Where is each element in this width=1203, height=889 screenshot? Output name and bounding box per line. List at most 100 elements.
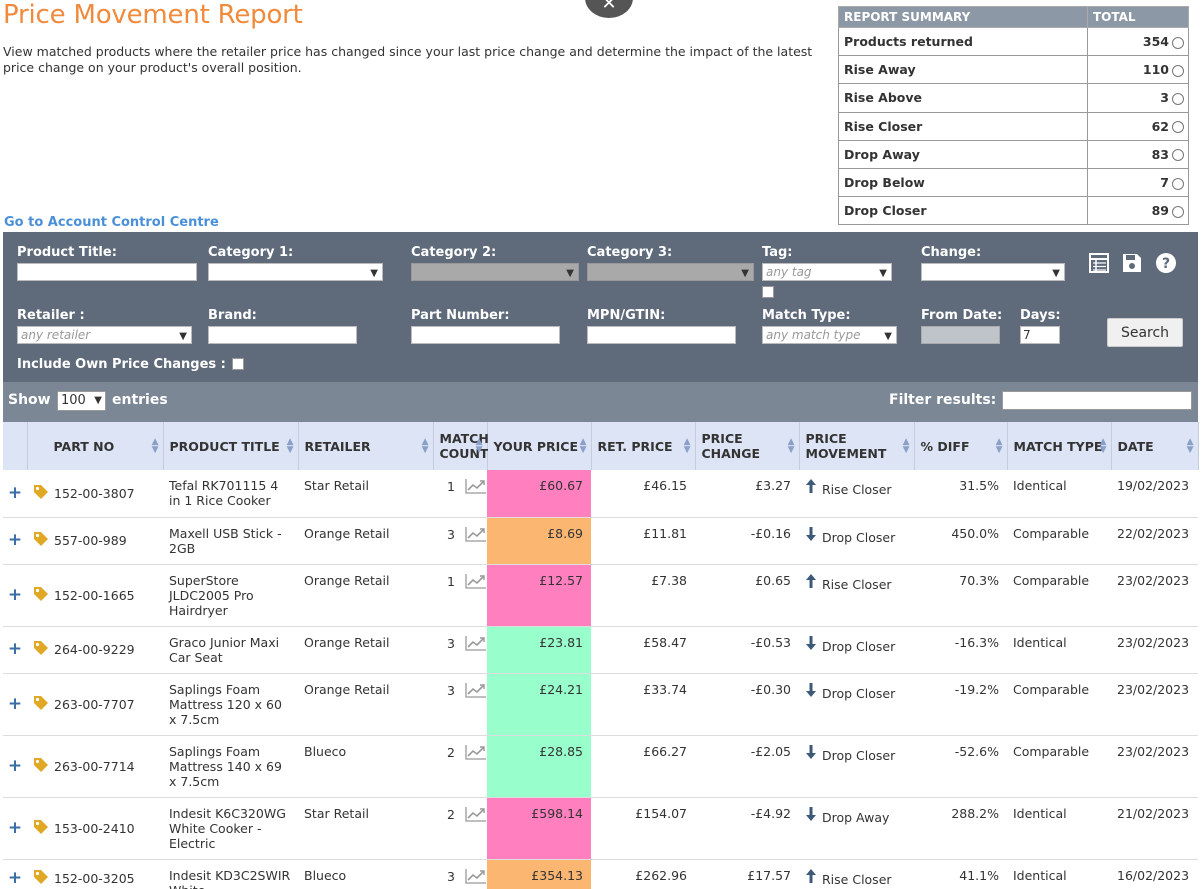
expand-row-button[interactable]: + xyxy=(3,470,27,518)
column-header-retailer[interactable]: RETAILER ▲ ▼ xyxy=(298,422,434,470)
table-controls-bar: Show 100 ▼ entries Filter results: xyxy=(3,382,1198,422)
percent-diff-cell: 288.2% xyxy=(914,797,1007,860)
category1-select[interactable]: ▼ xyxy=(208,263,383,281)
price-movement: Drop Closer xyxy=(822,747,896,763)
mpn-gtin-input[interactable] xyxy=(587,326,736,344)
tag-select[interactable]: any tag ▼ xyxy=(762,263,892,281)
product-title-input[interactable] xyxy=(17,263,197,281)
include-own-checkbox[interactable] xyxy=(232,358,244,370)
expand-row-button[interactable]: + xyxy=(3,735,27,798)
tag-icon[interactable] xyxy=(33,586,49,605)
tag-icon[interactable] xyxy=(33,531,49,550)
tag-icon[interactable] xyxy=(33,869,49,888)
summary-radio[interactable] xyxy=(1172,205,1184,218)
chevron-down-icon: ▼ xyxy=(884,331,892,342)
expand-row-button[interactable]: + xyxy=(3,797,27,860)
column-header-percent-diff[interactable]: % DIFF ▲ ▼ xyxy=(914,422,1008,470)
tag-icon[interactable] xyxy=(33,640,49,659)
summary-total-cell: 7 xyxy=(1087,167,1189,198)
plus-icon: + xyxy=(7,584,23,605)
change-select[interactable]: ▼ xyxy=(921,263,1065,281)
summary-radio[interactable] xyxy=(1172,92,1184,105)
product-title-cell: Maxell USB Stick - 2GB xyxy=(163,517,298,565)
match-type-cell: Identical xyxy=(1007,470,1111,518)
help-icon[interactable]: ? xyxy=(1155,252,1177,274)
column-header-label: PART NO xyxy=(53,438,115,454)
save-icon[interactable] xyxy=(1121,252,1143,274)
tag-icon[interactable] xyxy=(33,757,49,776)
filter-results-input[interactable] xyxy=(1002,391,1192,410)
price-history-chart-icon[interactable] xyxy=(465,478,486,494)
summary-radio[interactable] xyxy=(1172,36,1184,49)
price-history-chart-icon[interactable] xyxy=(465,635,486,651)
match-count: 3 xyxy=(447,635,455,651)
summary-row: Drop Below 7 xyxy=(838,167,1189,198)
table-row[interactable]: + 263-00-7707 Saplings Foam Mattress 120… xyxy=(3,673,1198,736)
price-history-chart-icon[interactable] xyxy=(465,806,486,822)
expand-row-button[interactable]: + xyxy=(3,517,27,565)
retailer-select[interactable]: any retailer ▼ xyxy=(17,326,192,344)
tag-icon[interactable] xyxy=(33,695,49,714)
column-header-price-movement[interactable]: PRICE MOVEMENT ▲ ▼ xyxy=(799,422,915,470)
price-history-chart-icon[interactable] xyxy=(465,573,486,589)
column-header-price-change[interactable]: PRICE CHANGE ▲ ▼ xyxy=(695,422,800,470)
category2-select[interactable]: ▼ xyxy=(411,263,579,281)
summary-radio[interactable] xyxy=(1172,121,1184,134)
retailer-cell: Orange Retail xyxy=(298,673,433,736)
price-movement-cell: Drop Closer xyxy=(799,517,914,565)
column-header-date[interactable]: DATE ▲ ▼ xyxy=(1111,422,1199,470)
price-history-chart-icon[interactable] xyxy=(465,682,486,698)
product-title-label: Product Title: xyxy=(17,245,117,260)
close-button[interactable]: ✕ xyxy=(585,0,633,18)
match-type-label: Match Type: xyxy=(762,308,851,323)
column-header-part-no[interactable]: PART NO ▲ ▼ xyxy=(27,422,164,470)
column-header-product-title[interactable]: PRODUCT TITLE ▲ ▼ xyxy=(163,422,299,470)
tag-icon[interactable] xyxy=(33,484,49,503)
part-no: 153-00-2410 xyxy=(54,820,135,836)
table-row[interactable]: + 153-00-2410 Indesit K6C320WG White Coo… xyxy=(3,797,1198,860)
price-history-chart-icon[interactable] xyxy=(465,868,486,884)
tag-icon[interactable] xyxy=(33,819,49,838)
table-row[interactable]: + 152-00-3205 Indesit KD3C2SWIR White Bl… xyxy=(3,859,1198,889)
table-row[interactable]: + 152-00-1665 SuperStore JLDC2005 Pro Ha… xyxy=(3,564,1198,627)
days-input[interactable]: 7 xyxy=(1020,326,1060,344)
summary-radio[interactable] xyxy=(1172,64,1184,77)
date-cell: 19/02/2023 xyxy=(1111,470,1198,518)
date-cell: 21/02/2023 xyxy=(1111,797,1198,860)
tag-checkbox[interactable] xyxy=(762,286,774,298)
ret-price-cell: £154.07 xyxy=(591,797,695,860)
column-header-match-type[interactable]: MATCH TYPE ▲ ▼ xyxy=(1007,422,1112,470)
column-header-match-count[interactable]: MATCH COUNT ▲ ▼ xyxy=(433,422,489,470)
category3-select[interactable]: ▼ xyxy=(587,263,754,281)
expand-row-button[interactable]: + xyxy=(3,673,27,736)
column-header-ret-price[interactable]: RET. PRICE ▲ ▼ xyxy=(591,422,696,470)
entries-select[interactable]: 100 ▼ xyxy=(57,391,106,411)
match-type-select[interactable]: any match type ▼ xyxy=(762,326,897,344)
account-control-centre-link[interactable]: Go to Account Control Centre xyxy=(4,215,219,230)
percent-diff-cell: 31.5% xyxy=(914,470,1007,518)
brand-input[interactable] xyxy=(208,326,357,344)
expand-row-button[interactable]: + xyxy=(3,564,27,627)
spreadsheet-icon[interactable] xyxy=(1088,252,1110,274)
expand-row-button[interactable]: + xyxy=(3,859,27,889)
table-row[interactable]: + 264-00-9229 Graco Junior Maxi Car Seat… xyxy=(3,626,1198,674)
table-row[interactable]: + 557-00-989 Maxell USB Stick - 2GB Oran… xyxy=(3,517,1198,565)
from-date-input[interactable] xyxy=(921,326,1000,344)
price-history-chart-icon[interactable] xyxy=(465,526,486,542)
column-header-your-price[interactable]: YOUR PRICE ▲ ▼ xyxy=(487,422,592,470)
search-button[interactable]: Search xyxy=(1107,318,1183,347)
summary-radio[interactable] xyxy=(1172,149,1184,162)
price-movement: Drop Closer xyxy=(822,529,896,545)
your-price-cell: £8.69 xyxy=(487,517,591,565)
price-history-chart-icon[interactable] xyxy=(465,744,486,760)
table-row[interactable]: + 152-00-3807 Tefal RK701115 4 in 1 Rice… xyxy=(3,470,1198,518)
summary-label: Drop Below xyxy=(838,167,1088,198)
expand-row-button[interactable]: + xyxy=(3,626,27,674)
summary-total-cell: 83 xyxy=(1087,139,1189,169)
summary-radio[interactable] xyxy=(1172,177,1184,190)
match-count: 2 xyxy=(447,806,455,822)
arrow-up-icon xyxy=(805,868,817,888)
part-number-input[interactable] xyxy=(411,326,560,344)
table-row[interactable]: + 263-00-7714 Saplings Foam Mattress 140… xyxy=(3,735,1198,798)
price-movement: Rise Closer xyxy=(822,482,892,497)
